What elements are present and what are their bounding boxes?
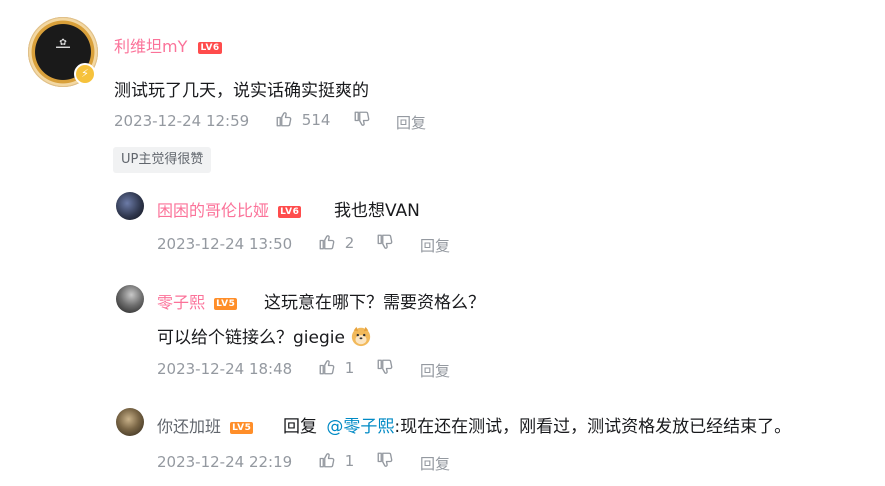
- reply-text-content: :现在还在测试，刚看过，测试资格发放已经结束了。: [394, 417, 792, 437]
- up-liked-tag: UP主觉得很赞: [113, 147, 212, 173]
- reply-text-line2: 可以给个链接么？giegie: [157, 323, 372, 348]
- like-button[interactable]: 514: [275, 110, 330, 129]
- username-text[interactable]: 你还加班: [157, 417, 221, 436]
- level-badge: LV6: [198, 42, 222, 54]
- user-avatar[interactable]: [116, 285, 144, 313]
- reply-text-line2-content: 可以给个链接么？giegie: [157, 328, 345, 348]
- reply-username[interactable]: 零子熙 LV5: [157, 289, 238, 313]
- user-avatar[interactable]: ✿ ▔▔ ⚡: [28, 17, 98, 87]
- comment-text: 测试玩了几天，说实话确实挺爽的: [114, 81, 369, 101]
- avatar-logo: ✿ ▔▔: [56, 37, 70, 58]
- reply-username[interactable]: 困困的哥伦比娅 LV6: [157, 197, 302, 221]
- username-text[interactable]: 利维坦mY: [114, 37, 187, 56]
- dislike-button[interactable]: [353, 110, 371, 129]
- reply-prefix: 回复: [283, 417, 317, 437]
- thumbs-up-icon: [319, 360, 335, 375]
- thumbs-up-icon: [319, 453, 335, 468]
- like-button[interactable]: 2: [318, 233, 354, 252]
- dislike-button[interactable]: [376, 358, 394, 377]
- reply-time: 2023-12-24 22:19: [157, 453, 293, 471]
- reply-time: 2023-12-24 18:48: [157, 360, 293, 378]
- like-count: 514: [301, 111, 331, 129]
- dislike-button[interactable]: [376, 233, 394, 252]
- reply-text-line1: 这玩意在哪下？需要资格么？: [264, 293, 485, 313]
- username[interactable]: 利维坦mY LV6: [114, 33, 222, 57]
- user-avatar[interactable]: [116, 192, 144, 220]
- doge-emoji-icon: [352, 326, 371, 347]
- level-badge: LV5: [214, 298, 238, 310]
- reply-button[interactable]: 回复: [420, 235, 450, 256]
- reply-username[interactable]: 你还加班 LV5: [157, 413, 254, 437]
- thumbs-up-icon: [276, 112, 292, 127]
- thumbs-down-icon: [377, 452, 393, 467]
- username-text[interactable]: 困困的哥伦比娅: [157, 201, 269, 220]
- like-count: 1: [344, 452, 355, 470]
- comment-time: 2023-12-24 12:59: [114, 112, 250, 130]
- thumbs-down-icon: [354, 111, 370, 126]
- level-badge: LV6: [278, 206, 302, 218]
- reply-time: 2023-12-24 13:50: [157, 235, 293, 253]
- dislike-button[interactable]: [376, 451, 394, 470]
- level-badge: LV5: [230, 422, 254, 434]
- like-count: 2: [344, 234, 355, 252]
- thumbs-down-icon: [377, 234, 393, 249]
- reply-button[interactable]: 回复: [396, 112, 426, 133]
- reply-text: 回复 @零子熙:现在还在测试，刚看过，测试资格发放已经结束了。: [283, 412, 791, 437]
- like-button[interactable]: 1: [318, 451, 354, 470]
- mention-link[interactable]: @零子熙: [326, 417, 394, 437]
- lightning-icon: ⚡: [74, 63, 96, 85]
- thumbs-up-icon: [319, 235, 335, 250]
- username-text[interactable]: 零子熙: [157, 293, 205, 312]
- user-avatar[interactable]: [116, 408, 144, 436]
- like-button[interactable]: 1: [318, 358, 354, 377]
- like-count: 1: [344, 359, 355, 377]
- reply-button[interactable]: 回复: [420, 360, 450, 381]
- reply-text: 我也想VAN: [334, 201, 420, 221]
- reply-button[interactable]: 回复: [420, 453, 450, 474]
- thumbs-down-icon: [377, 359, 393, 374]
